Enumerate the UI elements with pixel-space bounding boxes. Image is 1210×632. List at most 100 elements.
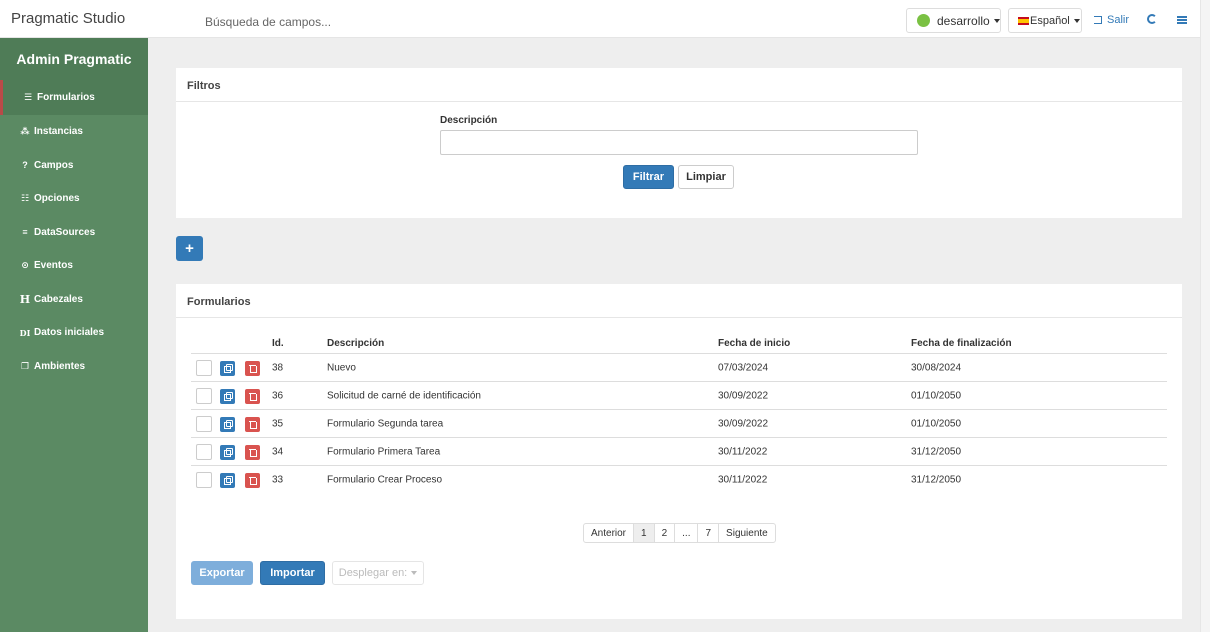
export-button[interactable]: Exportar xyxy=(191,561,253,585)
deploy-dropdown[interactable]: Desplegar en: xyxy=(332,561,424,585)
copy-icon[interactable] xyxy=(220,389,235,404)
pagination-ellipsis: ... xyxy=(675,524,699,542)
language-label: Español xyxy=(1030,14,1070,27)
row-end-date: 30/08/2024 xyxy=(911,362,962,373)
sidebar-item-label: Opciones xyxy=(34,193,80,205)
add-form-button[interactable]: + xyxy=(176,236,203,261)
forms-title: Formularios xyxy=(187,296,251,308)
clone-icon: ❐ xyxy=(20,360,30,371)
row-description[interactable]: Formulario Segunda tarea xyxy=(327,418,443,429)
column-header-end-date[interactable]: Fecha de finalización xyxy=(911,338,1012,349)
copy-icon[interactable] xyxy=(220,445,235,460)
question-icon: ? xyxy=(22,160,28,171)
copy-icon[interactable] xyxy=(220,473,235,488)
logout-link[interactable]: Salir xyxy=(1094,14,1129,26)
caret-down-icon xyxy=(1073,18,1080,23)
column-header-id[interactable]: Id. xyxy=(272,338,284,349)
row-id: 36 xyxy=(272,390,284,401)
trash-icon[interactable] xyxy=(245,389,260,404)
brand-title[interactable]: Pragmatic Studio xyxy=(11,10,125,27)
row-checkbox[interactable] xyxy=(196,472,212,488)
sidebar-item-eventos[interactable]: ⊙ Eventos xyxy=(0,249,148,283)
sidebar-item-campos[interactable]: ? Campos xyxy=(0,149,148,183)
table-header: Id. Descripción Fecha de inicio Fecha de… xyxy=(191,336,1167,354)
sidebar-item-label: Formularios xyxy=(37,92,95,103)
pagination-next[interactable]: Siguiente xyxy=(719,524,775,542)
row-start-date: 30/11/2022 xyxy=(718,474,768,486)
row-description[interactable]: Nuevo xyxy=(327,362,356,373)
row-start-date: 07/03/2024 xyxy=(718,362,769,373)
copy-icon[interactable] xyxy=(220,361,235,376)
trash-icon[interactable] xyxy=(245,473,260,488)
column-header-description[interactable]: Descripción xyxy=(327,338,384,349)
list-ul-icon: ☷ xyxy=(20,193,30,204)
row-end-date: 31/12/2050 xyxy=(911,446,962,457)
sidebar-item-opciones[interactable]: ☷ Opciones xyxy=(0,182,148,216)
table-row: 38 Nuevo 07/03/2024 30/08/2024 xyxy=(191,354,1167,382)
scrollbar[interactable] xyxy=(1200,0,1210,632)
row-checkbox[interactable] xyxy=(196,360,212,376)
pagination: Anterior 1 2 ... 7 Siguiente xyxy=(583,523,776,543)
row-checkbox[interactable] xyxy=(196,444,212,460)
sidebar-item-label: Ambientes xyxy=(34,360,86,372)
forms-panel: Formularios Id. Descripción Fecha de ini… xyxy=(176,284,1182,619)
column-header-start-date[interactable]: Fecha de inicio xyxy=(718,338,790,349)
filter-button[interactable]: Filtrar xyxy=(623,165,674,189)
pagination-page-7[interactable]: 7 xyxy=(698,524,720,542)
row-start-date: 30/11/2022 xyxy=(718,446,768,457)
sidebar-item-cabezales[interactable]: H Cabezales xyxy=(0,283,148,317)
row-description[interactable]: Formulario Crear Proceso xyxy=(327,475,442,486)
environment-dropdown[interactable]: desarrollo xyxy=(906,8,1001,33)
row-description[interactable]: Solicitud de carné de identificación xyxy=(327,390,481,401)
caret-down-icon xyxy=(411,571,418,575)
sidebar-item-ambientes[interactable]: ❐ Ambientes xyxy=(0,350,148,384)
sidebar-item-instancias[interactable]: ⁂ Instancias xyxy=(0,115,148,149)
deploy-dropdown-label: Desplegar en: xyxy=(338,567,408,579)
sidebar-item-label: Instancias xyxy=(34,126,83,138)
environment-label: desarrollo xyxy=(937,13,990,28)
trash-icon[interactable] xyxy=(245,361,260,376)
table-row: 36 Solicitud de carné de identificación … xyxy=(191,382,1167,410)
refresh-icon[interactable] xyxy=(1147,14,1157,24)
row-end-date: 01/10/2050 xyxy=(911,418,962,429)
row-checkbox[interactable] xyxy=(196,388,212,404)
sidebar-title[interactable]: Admin Pragmatic xyxy=(0,38,148,80)
row-checkbox[interactable] xyxy=(196,416,212,432)
pagination-page-1[interactable]: 1 xyxy=(634,524,655,542)
import-button[interactable]: Importar xyxy=(260,561,325,585)
filters-title: Filtros xyxy=(187,80,221,92)
description-label: Descripción xyxy=(440,115,498,126)
table-row: 33 Formulario Crear Proceso 30/11/2022 3… xyxy=(191,466,1167,494)
divider xyxy=(176,317,1182,318)
sidebar-item-datasources[interactable]: ≡ DataSources xyxy=(0,216,148,250)
menu-icon[interactable] xyxy=(1177,16,1187,24)
sidebar: Admin Pragmatic ☰ Formularios ⁂ Instanci… xyxy=(0,38,148,632)
clock-icon: ⊙ xyxy=(21,260,29,271)
field-search-input[interactable]: Búsqueda de campos... xyxy=(205,15,331,29)
trash-icon[interactable] xyxy=(245,445,260,460)
row-id: 33 xyxy=(272,474,284,486)
di-icon: DI xyxy=(19,327,31,338)
logout-label: Salir xyxy=(1107,14,1130,26)
top-navbar: Pragmatic Studio Búsqueda de campos... d… xyxy=(0,0,1200,38)
row-description[interactable]: Formulario Primera Tarea xyxy=(327,446,440,457)
caret-down-icon xyxy=(993,18,1000,23)
copy-icon[interactable] xyxy=(220,417,235,432)
pagination-page-2[interactable]: 2 xyxy=(655,524,676,542)
sidebar-item-label: Datos iniciales xyxy=(34,327,105,339)
clear-button[interactable]: Limpiar xyxy=(678,165,734,189)
sidebar-item-formularios[interactable]: ☰ Formularios xyxy=(0,80,148,115)
sidebar-item-label: Cabezales xyxy=(34,293,83,305)
description-input[interactable] xyxy=(440,130,918,155)
pagination-previous[interactable]: Anterior xyxy=(584,524,635,542)
sidebar-item-datos-iniciales[interactable]: DI Datos iniciales xyxy=(0,316,148,350)
language-dropdown[interactable]: Español xyxy=(1008,8,1082,33)
trash-icon[interactable] xyxy=(245,417,260,432)
spain-flag-icon xyxy=(1018,16,1029,25)
row-end-date: 31/12/2050 xyxy=(911,474,962,486)
row-id: 38 xyxy=(272,362,284,373)
filters-panel: Filtros Descripción Filtrar Limpiar xyxy=(176,68,1182,218)
sidebar-item-label: Eventos xyxy=(34,260,73,272)
row-id: 34 xyxy=(272,446,284,457)
table-row: 35 Formulario Segunda tarea 30/09/2022 0… xyxy=(191,410,1167,438)
